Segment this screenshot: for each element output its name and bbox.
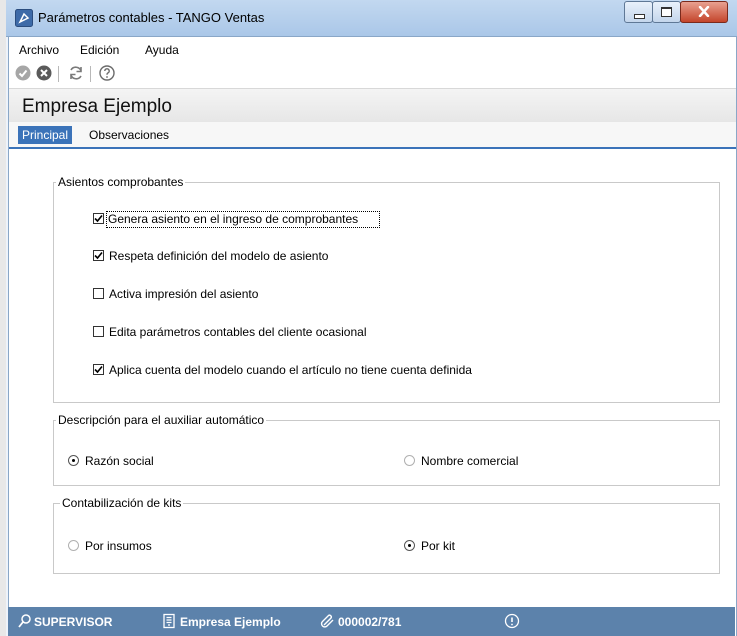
company-name: Empresa Ejemplo [22, 96, 172, 117]
toolbar [15, 63, 215, 85]
checkbox-respeta-modelo[interactable] [93, 250, 104, 261]
company-header: Empresa Ejemplo [9, 88, 736, 123]
radio-nombre-comercial[interactable] [404, 455, 415, 466]
label-activa-impresion[interactable]: Activa impresión del asiento [109, 287, 258, 301]
menu-archivo[interactable]: Archivo [19, 43, 59, 57]
cancel-icon[interactable] [36, 65, 52, 81]
menu-edicion[interactable]: Edición [80, 43, 119, 57]
minimize-button[interactable] [624, 1, 653, 23]
content-area: Archivo Edición Ayuda Empresa Ejemplo Pr… [8, 37, 737, 636]
info-icon[interactable] [504, 613, 520, 629]
checkbox-activa-impresion[interactable] [93, 288, 104, 299]
title-bar[interactable]: Parámetros contables - TANGO Ventas [6, 0, 737, 37]
group-asientos-title: Asientos comprobantes [56, 175, 186, 189]
status-code: 000002/781 [338, 615, 402, 629]
close-button[interactable] [680, 1, 728, 23]
status-user: SUPERVISOR [34, 615, 113, 629]
maximize-button[interactable] [652, 1, 681, 23]
checkbox-aplica-cuenta[interactable] [93, 364, 104, 375]
label-edita-parametros[interactable]: Edita parámetros contables del cliente o… [109, 325, 366, 339]
maximize-icon [661, 7, 672, 17]
checkbox-edita-parametros[interactable] [93, 326, 104, 337]
label-aplica-cuenta[interactable]: Aplica cuenta del modelo cuando el artíc… [109, 363, 472, 377]
group-asientos: Asientos comprobantes Genera asiento en … [53, 175, 720, 403]
group-descripcion: Descripción para el auxiliar automático … [53, 413, 720, 486]
radio-por-insumos[interactable] [68, 540, 79, 551]
check-icon [94, 365, 103, 374]
window-controls [624, 1, 732, 23]
status-company: Empresa Ejemplo [180, 615, 281, 629]
user-icon [18, 614, 31, 628]
radio-razon-social[interactable] [68, 455, 79, 466]
tab-strip: Principal Observaciones [9, 122, 736, 148]
toolbar-separator [90, 66, 91, 82]
label-por-kit[interactable]: Por kit [421, 539, 455, 553]
window-title: Parámetros contables - TANGO Ventas [38, 10, 265, 25]
refresh-icon[interactable] [68, 65, 84, 81]
check-icon [94, 214, 103, 223]
status-bar: SUPERVISOR Empresa Ejemplo 000002/781 [8, 607, 735, 636]
checkbox-genera-asiento[interactable] [93, 213, 104, 224]
help-icon[interactable] [99, 65, 115, 81]
close-icon [698, 6, 710, 17]
building-icon [163, 613, 175, 629]
group-kits-title: Contabilización de kits [60, 496, 184, 510]
toolbar-separator [58, 66, 59, 82]
minimize-icon [634, 14, 645, 19]
attachment-icon [320, 614, 334, 628]
menu-ayuda[interactable]: Ayuda [145, 43, 179, 57]
tab-principal[interactable]: Principal [18, 126, 73, 144]
label-nombre-comercial[interactable]: Nombre comercial [421, 454, 518, 468]
tango-icon [15, 9, 33, 27]
app-window: Parámetros contables - TANGO Ventas Arch… [6, 0, 737, 636]
group-descripcion-title: Descripción para el auxiliar automático [56, 413, 267, 427]
check-icon [94, 251, 103, 260]
tab-underline [9, 147, 736, 149]
label-razon-social[interactable]: Razón social [85, 454, 154, 468]
tab-observaciones[interactable]: Observaciones [89, 126, 169, 144]
group-kits: Contabilización de kits Por insumos Por … [53, 496, 720, 574]
label-genera-asiento[interactable]: Genera asiento en el ingreso de comproba… [108, 212, 358, 226]
accept-icon[interactable] [15, 65, 31, 81]
label-respeta-modelo[interactable]: Respeta definición del modelo de asiento [109, 249, 328, 263]
radio-por-kit[interactable] [404, 540, 415, 551]
label-por-insumos[interactable]: Por insumos [85, 539, 152, 553]
